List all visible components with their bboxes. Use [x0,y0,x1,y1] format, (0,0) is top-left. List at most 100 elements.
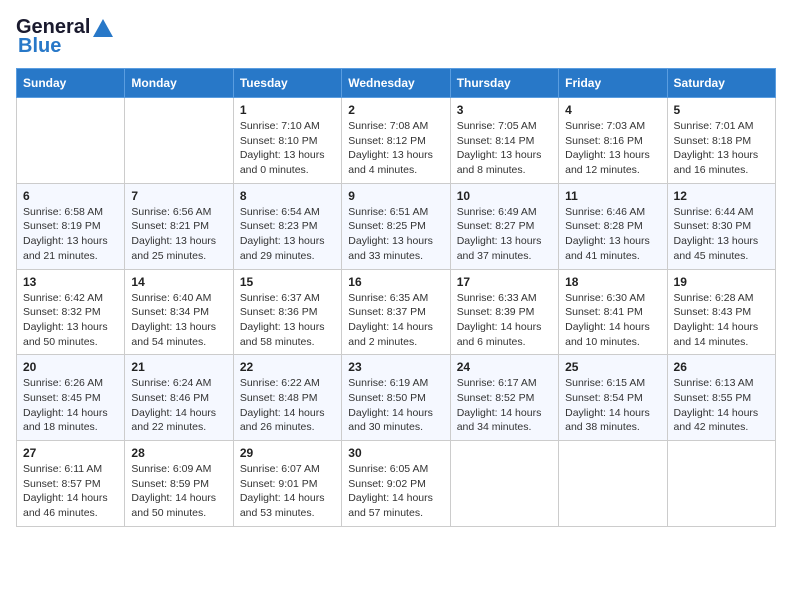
calendar-cell: 19 Sunrise: 6:28 AMSunset: 8:43 PMDayligh… [667,269,775,355]
calendar-cell [125,98,233,184]
day-info: Sunrise: 6:30 AMSunset: 8:41 PMDaylight:… [565,291,660,350]
day-info: Sunrise: 6:54 AMSunset: 8:23 PMDaylight:… [240,205,335,264]
day-number: 1 [240,103,335,117]
day-info: Sunrise: 7:08 AMSunset: 8:12 PMDaylight:… [348,119,443,178]
calendar-cell: 2 Sunrise: 7:08 AMSunset: 8:12 PMDaylight… [342,98,450,184]
calendar-cell: 30 Sunrise: 6:05 AMSunset: 9:02 PMDayligh… [342,441,450,527]
day-info: Sunrise: 6:26 AMSunset: 8:45 PMDaylight:… [23,376,118,435]
calendar-cell: 1 Sunrise: 7:10 AMSunset: 8:10 PMDaylight… [233,98,341,184]
day-header-sunday: Sunday [17,69,125,98]
day-number: 13 [23,275,118,289]
calendar-cell: 29Sunrise: 6:07 AMSunset: 9:01 PMDayligh… [233,441,341,527]
calendar-body: 1 Sunrise: 7:10 AMSunset: 8:10 PMDaylight… [17,98,776,527]
calendar-week-row: 27 Sunrise: 6:11 AMSunset: 8:57 PMDayligh… [17,441,776,527]
logo-blue-text: Blue [18,35,61,58]
calendar-week-row: 1 Sunrise: 7:10 AMSunset: 8:10 PMDaylight… [17,98,776,184]
day-info: Sunrise: 6:35 AMSunset: 8:37 PMDaylight:… [348,291,443,350]
calendar-cell: 5 Sunrise: 7:01 AMSunset: 8:18 PMDaylight… [667,98,775,184]
day-info: Sunrise: 7:03 AMSunset: 8:16 PMDaylight:… [565,119,660,178]
day-number: 26 [674,360,769,374]
day-info: Sunrise: 6:51 AMSunset: 8:25 PMDaylight:… [348,205,443,264]
day-number: 21 [131,360,226,374]
day-info: Sunrise: 6:46 AMSunset: 8:28 PMDaylight:… [565,205,660,264]
day-number: 4 [565,103,660,117]
calendar-cell: 20 Sunrise: 6:26 AMSunset: 8:45 PMDayligh… [17,355,125,441]
calendar-cell [667,441,775,527]
day-info: Sunrise: 6:11 AMSunset: 8:57 PMDaylight:… [23,462,118,521]
logo-icon [92,17,114,39]
calendar-week-row: 6 Sunrise: 6:58 AMSunset: 8:19 PMDaylight… [17,183,776,269]
day-info: Sunrise: 6:49 AMSunset: 8:27 PMDaylight:… [457,205,552,264]
day-number: 12 [674,189,769,203]
calendar-cell: 17 Sunrise: 6:33 AMSunset: 8:39 PMDayligh… [450,269,558,355]
calendar-cell: 4 Sunrise: 7:03 AMSunset: 8:16 PMDaylight… [559,98,667,184]
day-number: 29 [240,446,335,460]
day-number: 25 [565,360,660,374]
day-info: Sunrise: 6:33 AMSunset: 8:39 PMDaylight:… [457,291,552,350]
calendar-cell: 7 Sunrise: 6:56 AMSunset: 8:21 PMDaylight… [125,183,233,269]
calendar-cell: 18Sunrise: 6:30 AMSunset: 8:41 PMDayligh… [559,269,667,355]
calendar-cell: 13 Sunrise: 6:42 AMSunset: 8:32 PMDayligh… [17,269,125,355]
day-number: 14 [131,275,226,289]
day-info: Sunrise: 6:15 AMSunset: 8:54 PMDaylight:… [565,376,660,435]
calendar-cell: 9 Sunrise: 6:51 AMSunset: 8:25 PMDaylight… [342,183,450,269]
day-info: Sunrise: 6:09 AMSunset: 8:59 PMDaylight:… [131,462,226,521]
day-number: 19 [674,275,769,289]
day-number: 9 [348,189,443,203]
day-number: 30 [348,446,443,460]
day-number: 28 [131,446,226,460]
day-info: Sunrise: 6:58 AMSunset: 8:19 PMDaylight:… [23,205,118,264]
day-number: 5 [674,103,769,117]
day-info: Sunrise: 6:28 AMSunset: 8:43 PMDaylight:… [674,291,769,350]
day-number: 8 [240,189,335,203]
day-info: Sunrise: 6:17 AMSunset: 8:52 PMDaylight:… [457,376,552,435]
calendar-cell: 11 Sunrise: 6:46 AMSunset: 8:28 PMDayligh… [559,183,667,269]
day-header-tuesday: Tuesday [233,69,341,98]
calendar-week-row: 13 Sunrise: 6:42 AMSunset: 8:32 PMDayligh… [17,269,776,355]
day-info: Sunrise: 7:05 AMSunset: 8:14 PMDaylight:… [457,119,552,178]
calendar-cell: 15 Sunrise: 6:37 AMSunset: 8:36 PMDayligh… [233,269,341,355]
day-info: Sunrise: 6:13 AMSunset: 8:55 PMDaylight:… [674,376,769,435]
day-info: Sunrise: 6:44 AMSunset: 8:30 PMDaylight:… [674,205,769,264]
calendar-table: SundayMondayTuesdayWednesdayThursdayFrid… [16,68,776,527]
calendar-cell: 28 Sunrise: 6:09 AMSunset: 8:59 PMDayligh… [125,441,233,527]
day-number: 10 [457,189,552,203]
day-info: Sunrise: 7:10 AMSunset: 8:10 PMDaylight:… [240,119,335,178]
day-number: 20 [23,360,118,374]
calendar-cell: 8 Sunrise: 6:54 AMSunset: 8:23 PMDaylight… [233,183,341,269]
calendar-cell: 6 Sunrise: 6:58 AMSunset: 8:19 PMDaylight… [17,183,125,269]
calendar-header-row: SundayMondayTuesdayWednesdayThursdayFrid… [17,69,776,98]
day-info: Sunrise: 6:56 AMSunset: 8:21 PMDaylight:… [131,205,226,264]
day-header-saturday: Saturday [667,69,775,98]
day-number: 22 [240,360,335,374]
header: General Blue [16,16,776,58]
calendar-cell [450,441,558,527]
day-info: Sunrise: 6:19 AMSunset: 8:50 PMDaylight:… [348,376,443,435]
day-number: 17 [457,275,552,289]
day-number: 27 [23,446,118,460]
day-number: 15 [240,275,335,289]
day-number: 11 [565,189,660,203]
day-number: 16 [348,275,443,289]
day-info: Sunrise: 6:40 AMSunset: 8:34 PMDaylight:… [131,291,226,350]
day-info: Sunrise: 6:24 AMSunset: 8:46 PMDaylight:… [131,376,226,435]
day-number: 7 [131,189,226,203]
day-info: Sunrise: 7:01 AMSunset: 8:18 PMDaylight:… [674,119,769,178]
calendar-cell: 16 Sunrise: 6:35 AMSunset: 8:37 PMDayligh… [342,269,450,355]
calendar-cell: 12 Sunrise: 6:44 AMSunset: 8:30 PMDayligh… [667,183,775,269]
calendar-cell: 14 Sunrise: 6:40 AMSunset: 8:34 PMDayligh… [125,269,233,355]
calendar-cell: 3Sunrise: 7:05 AMSunset: 8:14 PMDaylight… [450,98,558,184]
day-number: 6 [23,189,118,203]
calendar-cell: 23Sunrise: 6:19 AMSunset: 8:50 PMDayligh… [342,355,450,441]
day-info: Sunrise: 6:42 AMSunset: 8:32 PMDaylight:… [23,291,118,350]
calendar-cell: 25 Sunrise: 6:15 AMSunset: 8:54 PMDayligh… [559,355,667,441]
day-info: Sunrise: 6:05 AMSunset: 9:02 PMDaylight:… [348,462,443,521]
calendar-cell [17,98,125,184]
day-info: Sunrise: 6:37 AMSunset: 8:36 PMDaylight:… [240,291,335,350]
calendar-cell: 21 Sunrise: 6:24 AMSunset: 8:46 PMDayligh… [125,355,233,441]
calendar-cell [559,441,667,527]
logo: General Blue [16,16,114,58]
day-number: 2 [348,103,443,117]
day-header-wednesday: Wednesday [342,69,450,98]
day-header-monday: Monday [125,69,233,98]
